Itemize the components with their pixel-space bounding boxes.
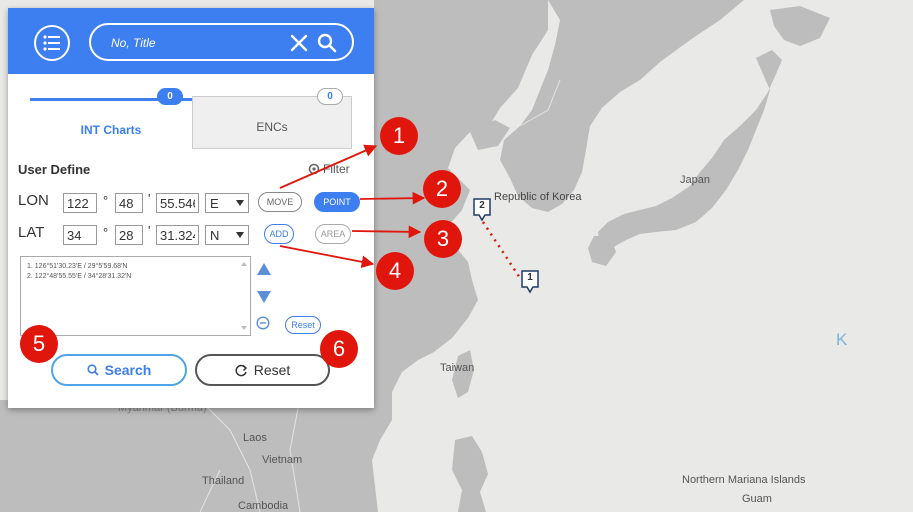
map-label-laos: Laos	[243, 432, 267, 444]
list-item[interactable]: 2. 122°48'55.55'E / 34°28'31.32'N	[27, 273, 131, 280]
lat-second-input[interactable]	[156, 225, 199, 245]
route-marker-2[interactable]: 2	[473, 198, 491, 222]
annotation-badge-6: 6	[320, 330, 358, 368]
lat-degree-input[interactable]	[63, 225, 97, 245]
area-button[interactable]: AREA	[315, 224, 351, 244]
lon-second-input[interactable]	[156, 193, 199, 213]
move-button[interactable]: MOVE	[258, 192, 302, 212]
degree-symbol: °	[103, 193, 109, 208]
remove-item-button[interactable]	[256, 316, 270, 335]
map-label-cambodia: Cambodia	[238, 500, 289, 512]
minus-circle-icon	[256, 316, 270, 330]
list-item[interactable]: 1. 126°51'30.23'E / 29°5'59.68'N	[27, 263, 127, 270]
coordinate-list[interactable]: 1. 126°51'30.23'E / 29°5'59.68'N 2. 122°…	[20, 256, 251, 336]
search-box	[89, 23, 354, 61]
map-label-vietnam: Vietnam	[262, 454, 303, 466]
point-button[interactable]: POINT	[314, 192, 360, 212]
dropdown-arrow-icon	[236, 232, 244, 238]
reset-button-label: Reset	[253, 362, 291, 378]
route-marker-1[interactable]: 1	[521, 270, 539, 294]
int-charts-count-badge: 0	[157, 88, 183, 105]
triangle-down-icon	[257, 291, 271, 303]
search-button[interactable]: Search	[51, 354, 187, 386]
tab-label: ENCs	[256, 120, 288, 134]
annotation-badge-5: 5	[20, 325, 58, 363]
annotation-badge-3: 3	[424, 220, 462, 258]
filter-button[interactable]: Filter	[308, 162, 350, 176]
move-up-button[interactable]	[257, 262, 271, 280]
lon-minute-input[interactable]	[115, 193, 143, 213]
clear-search-button[interactable]	[289, 33, 309, 53]
search-icon-button[interactable]	[317, 33, 337, 53]
minute-symbol: '	[148, 223, 151, 238]
degree-symbol: °	[103, 225, 109, 240]
map-label-mariana: Northern Mariana Islands	[682, 474, 806, 486]
annotation-badge-4: 4	[376, 252, 414, 290]
annotation-badge-1: 1	[380, 117, 418, 155]
search-icon	[87, 364, 99, 376]
lon-direction-select[interactable]: E	[205, 193, 249, 213]
map-label-taiwan: Taiwan	[440, 362, 475, 374]
map-label-thailand: Thailand	[202, 475, 245, 487]
reset-button[interactable]: Reset	[195, 354, 330, 386]
lon-degree-input[interactable]	[63, 193, 97, 213]
panel-header	[8, 8, 374, 74]
close-icon	[290, 34, 308, 52]
menu-button[interactable]	[34, 25, 70, 61]
lon-label: LON	[18, 192, 49, 209]
user-define-title: User Define	[18, 162, 91, 177]
dropdown-arrow-icon	[236, 200, 244, 206]
triangle-up-icon	[257, 263, 271, 275]
lon-direction-value: E	[210, 195, 219, 211]
tab-label: INT Charts	[80, 123, 142, 137]
lat-label: LAT	[18, 224, 45, 241]
refresh-icon	[235, 364, 247, 376]
lat-direction-select[interactable]: N	[205, 225, 249, 245]
add-button[interactable]: ADD	[264, 224, 294, 244]
marker-label: 1	[527, 272, 533, 283]
list-menu-icon	[43, 35, 60, 51]
list-scrollbar[interactable]	[240, 261, 248, 331]
lat-minute-input[interactable]	[115, 225, 143, 245]
filter-label: Filter	[323, 162, 350, 176]
search-button-label: Search	[104, 362, 152, 378]
encs-count-badge: 0	[317, 88, 343, 105]
map-label-korea: Republic of Korea	[494, 191, 582, 203]
minute-symbol: '	[148, 191, 151, 206]
list-reset-button[interactable]: Reset	[285, 316, 321, 334]
filter-icon	[308, 163, 320, 175]
tab-int-charts[interactable]: INT Charts	[30, 98, 192, 149]
lat-direction-value: N	[210, 227, 220, 243]
map-label-k: K	[836, 330, 848, 349]
search-icon	[317, 33, 337, 53]
annotation-badge-2: 2	[423, 170, 461, 208]
marker-label: 2	[479, 200, 485, 211]
move-down-button[interactable]	[257, 290, 271, 308]
map-label-guam: Guam	[742, 493, 772, 505]
map-label-japan: Japan	[680, 174, 710, 186]
search-input[interactable]	[111, 32, 291, 54]
